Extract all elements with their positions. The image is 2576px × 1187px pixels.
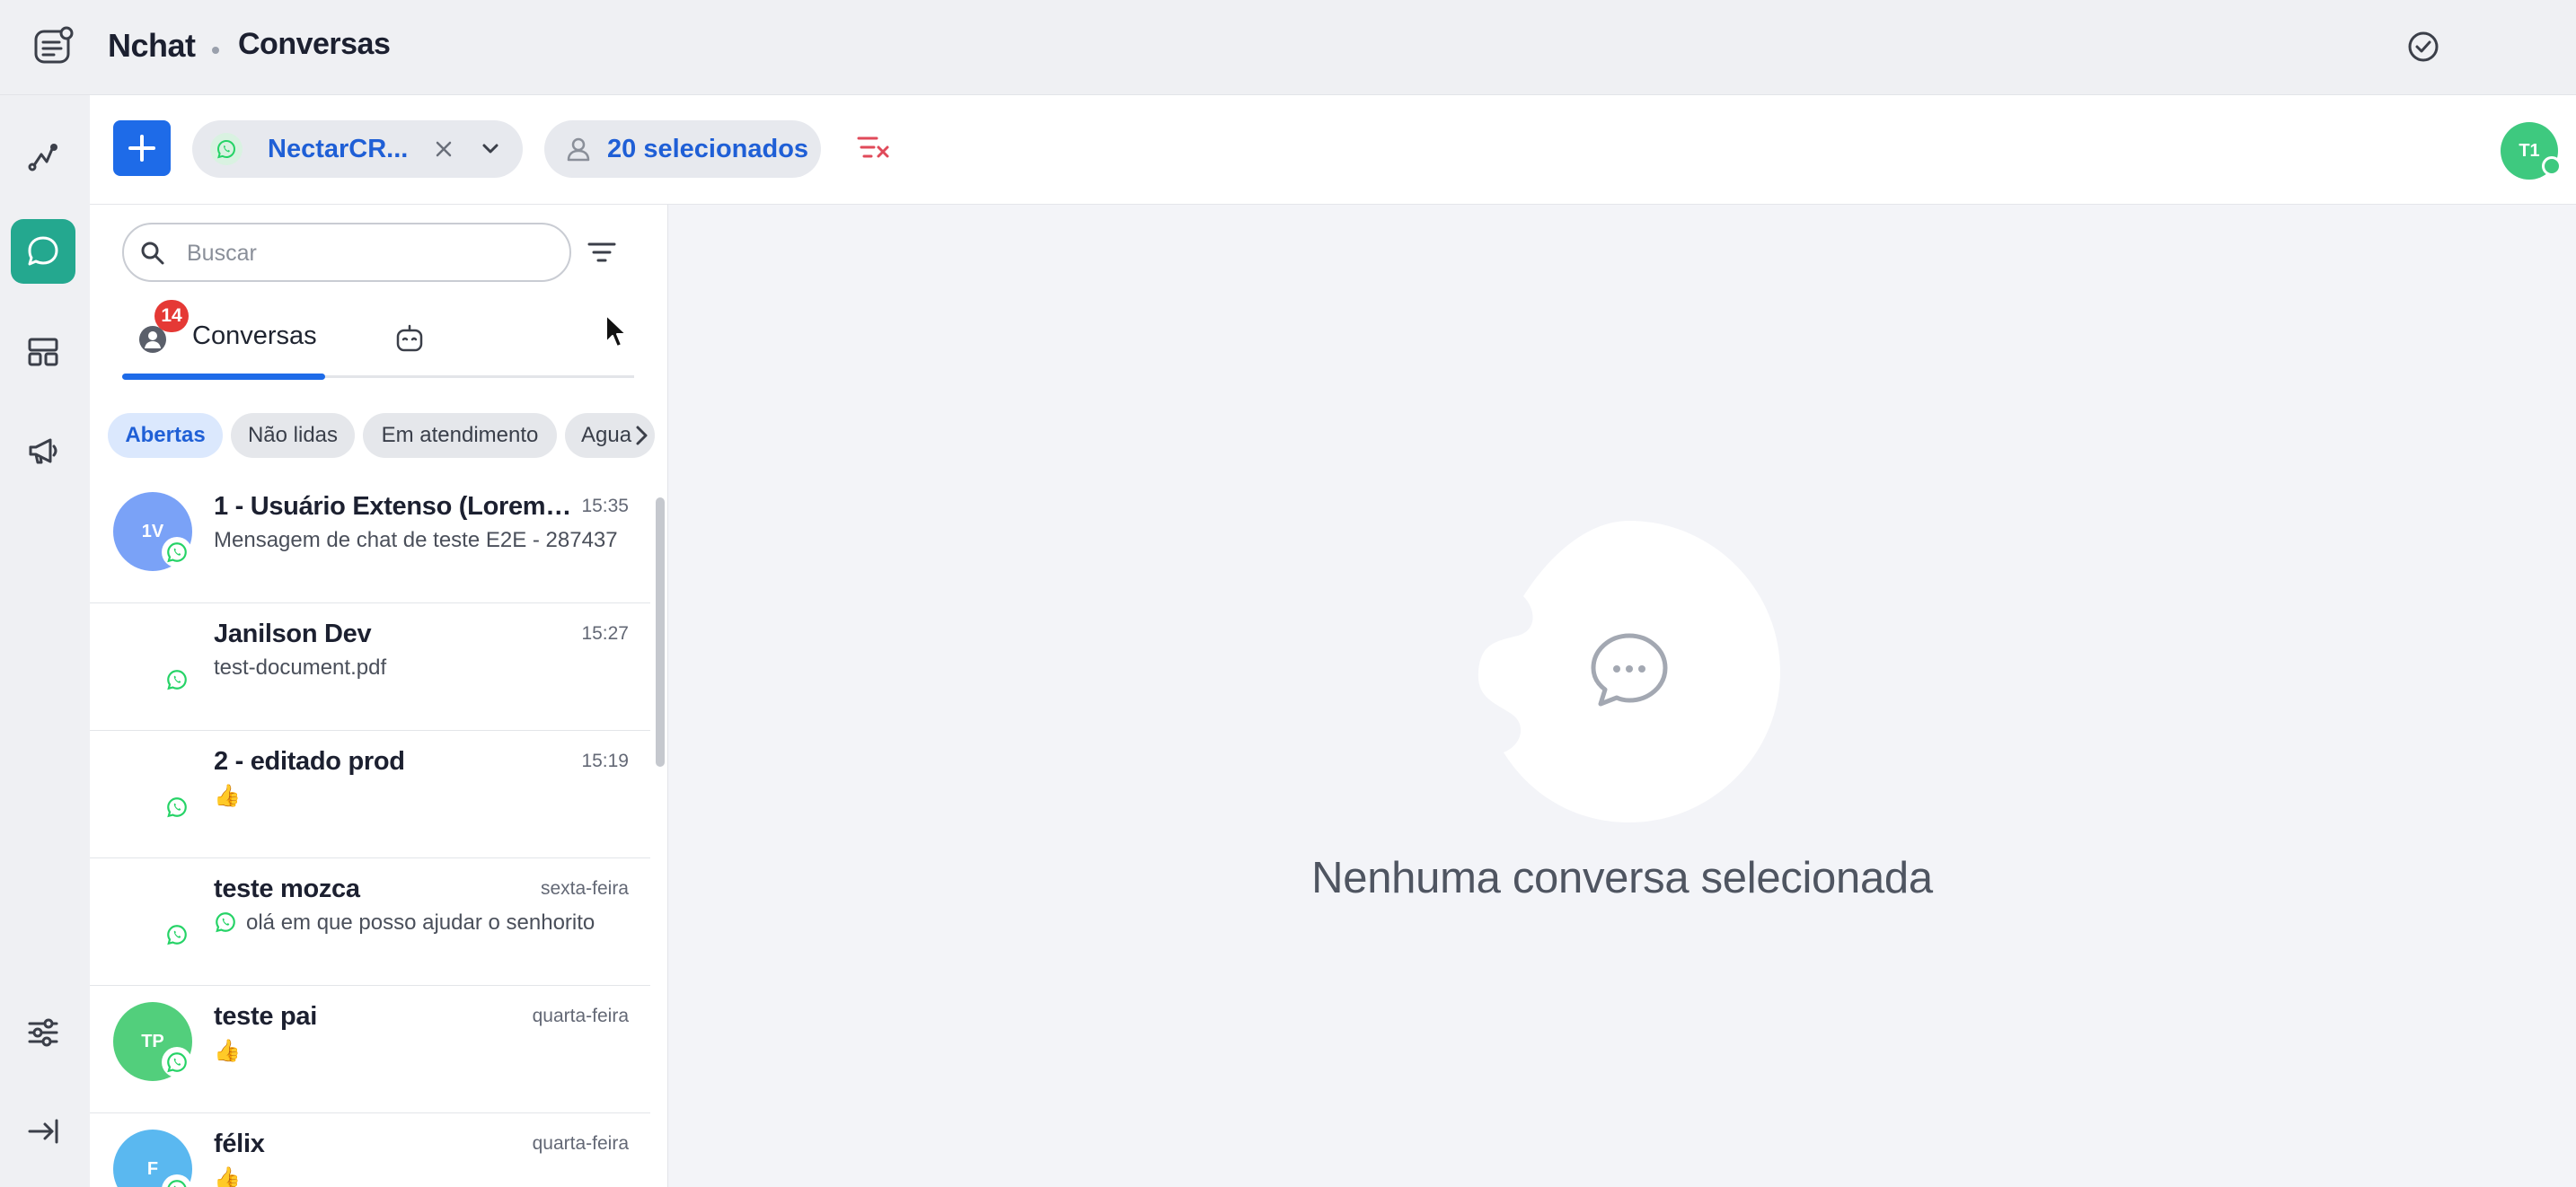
page-title: Conversas [238, 27, 391, 61]
whatsapp-icon [162, 1047, 192, 1077]
sliders-icon [28, 1018, 58, 1047]
search-box [122, 223, 571, 282]
user-avatar-initials: T1 [2519, 140, 2540, 161]
routes-icon [28, 144, 57, 171]
conversation-row[interactable]: 1V 1 - Usuário Extenso (Lorem ipsum dolo… [90, 476, 650, 603]
empty-chat-illustration-icon [1478, 521, 1780, 822]
online-status-dot [2542, 156, 2562, 176]
nav-settings-button[interactable] [11, 1000, 75, 1065]
contact-name: teste pai [214, 1002, 317, 1031]
breadcrumb-separator [212, 47, 219, 54]
nav-dashboard-button[interactable] [11, 320, 75, 384]
chat-bubble-icon [28, 236, 58, 266]
pill-nao-lidas[interactable]: Não lidas [231, 413, 355, 458]
contact-initials: F [146, 1158, 159, 1179]
message-preview-container: olá em que posso ajudar o senhorito [214, 910, 618, 936]
user-avatar[interactable]: T1 [2501, 122, 2562, 180]
conversation-row[interactable]: teste mozca sexta-feira olá em que posso… [90, 858, 650, 986]
plus-icon [128, 135, 155, 162]
user-icon [567, 137, 590, 162]
conversation-row[interactable]: F félix quarta-feira 👍 [90, 1113, 650, 1187]
channel-selector[interactable]: NectarCR... [192, 120, 523, 178]
nav-campaigns-button[interactable] [11, 418, 75, 483]
pill-abertas[interactable]: Abertas [108, 413, 223, 458]
message-time: sexta-feira [540, 878, 629, 899]
contact-initials: 1V [141, 521, 164, 541]
collapse-arrow-icon [28, 1119, 58, 1144]
contact-name: Janilson Dev [214, 620, 372, 648]
message-time: quarta-feira [532, 1006, 629, 1026]
nav-collapse-button[interactable] [11, 1099, 75, 1164]
conversation-toolbar: NectarCR... 20 selecionados T1 [90, 95, 2576, 205]
message-preview: 👍 [214, 784, 241, 808]
chat-view-empty-state: Nenhuma conversa selecionada [668, 205, 2576, 1187]
whatsapp-icon [210, 133, 243, 165]
check-circle-icon[interactable] [2405, 29, 2441, 65]
chevron-down-icon[interactable] [476, 135, 505, 163]
conversation-row[interactable]: TP teste pai quarta-feira 👍 [90, 986, 650, 1113]
message-time: quarta-feira [532, 1133, 629, 1154]
contact-name: félix [214, 1130, 265, 1158]
message-preview: 👍 [214, 1166, 241, 1187]
list-scrollbar[interactable] [656, 497, 665, 767]
contact-name: 1 - Usuário Extenso (Lorem ipsum dolor s… [214, 492, 577, 521]
pill-em-atendimento[interactable]: Em atendimento [363, 413, 557, 458]
search-input[interactable] [185, 237, 548, 269]
bot-icon[interactable] [392, 321, 428, 357]
message-preview: test-document.pdf [214, 655, 387, 680]
empty-state-message: Nenhuma conversa selecionada [1311, 854, 1933, 902]
new-conversation-button[interactable] [113, 120, 171, 176]
title-bar: Nchat Conversas [0, 0, 2576, 95]
nav-conversations-button[interactable] [11, 219, 75, 284]
clear-filter-icon[interactable] [853, 129, 893, 169]
conversation-row[interactable]: 2 - editado prod 15:19 👍 [90, 731, 650, 858]
chevron-right-icon[interactable] [627, 421, 656, 450]
whatsapp-icon [162, 537, 192, 567]
tab-conversations[interactable]: 14 Conversas [122, 300, 325, 380]
close-icon[interactable] [428, 133, 460, 165]
app-title: Nchat [108, 27, 196, 64]
nav-rail [0, 95, 90, 1187]
message-preview: olá em que posso ajudar o senhorito [246, 910, 595, 935]
whatsapp-icon [162, 664, 192, 695]
search-icon [141, 242, 164, 265]
conversation-row[interactable]: Janilson Dev 15:27 test-document.pdf [90, 603, 650, 731]
tab-conversations-label: Conversas [192, 321, 317, 350]
filter-icon[interactable] [586, 237, 618, 269]
dashboard-icon [28, 338, 58, 366]
app-chat-list-icon [34, 26, 74, 64]
megaphone-icon [29, 438, 57, 464]
message-preview: Mensagem de chat de teste E2E - 287437 [214, 528, 618, 552]
whatsapp-icon [216, 912, 235, 933]
nav-routes-button[interactable] [11, 126, 75, 190]
message-time: 15:35 [581, 496, 629, 516]
contact-name: teste mozca [214, 875, 360, 903]
contact-initials: TP [141, 1031, 164, 1051]
status-filter-row: Abertas Não lidas Em atendimento Agua [108, 413, 656, 458]
message-time: 15:27 [581, 623, 629, 644]
contact-name: 2 - editado prod [214, 747, 405, 776]
channel-label: NectarCR... [268, 135, 409, 163]
users-selected-label: 20 selecionados [607, 135, 809, 163]
conversation-tabs: 14 Conversas [122, 300, 634, 380]
whatsapp-icon [162, 919, 192, 950]
conversation-list-panel: 14 Conversas Abertas Não lidas Em atendi… [90, 205, 668, 1187]
message-time: 15:19 [581, 751, 629, 771]
users-selector[interactable]: 20 selecionados [544, 120, 821, 178]
unread-count-badge: 14 [154, 300, 189, 332]
mouse-cursor-icon [605, 314, 627, 347]
whatsapp-icon [162, 792, 192, 822]
message-preview: 👍 [214, 1039, 241, 1063]
active-tab-indicator [122, 374, 325, 380]
